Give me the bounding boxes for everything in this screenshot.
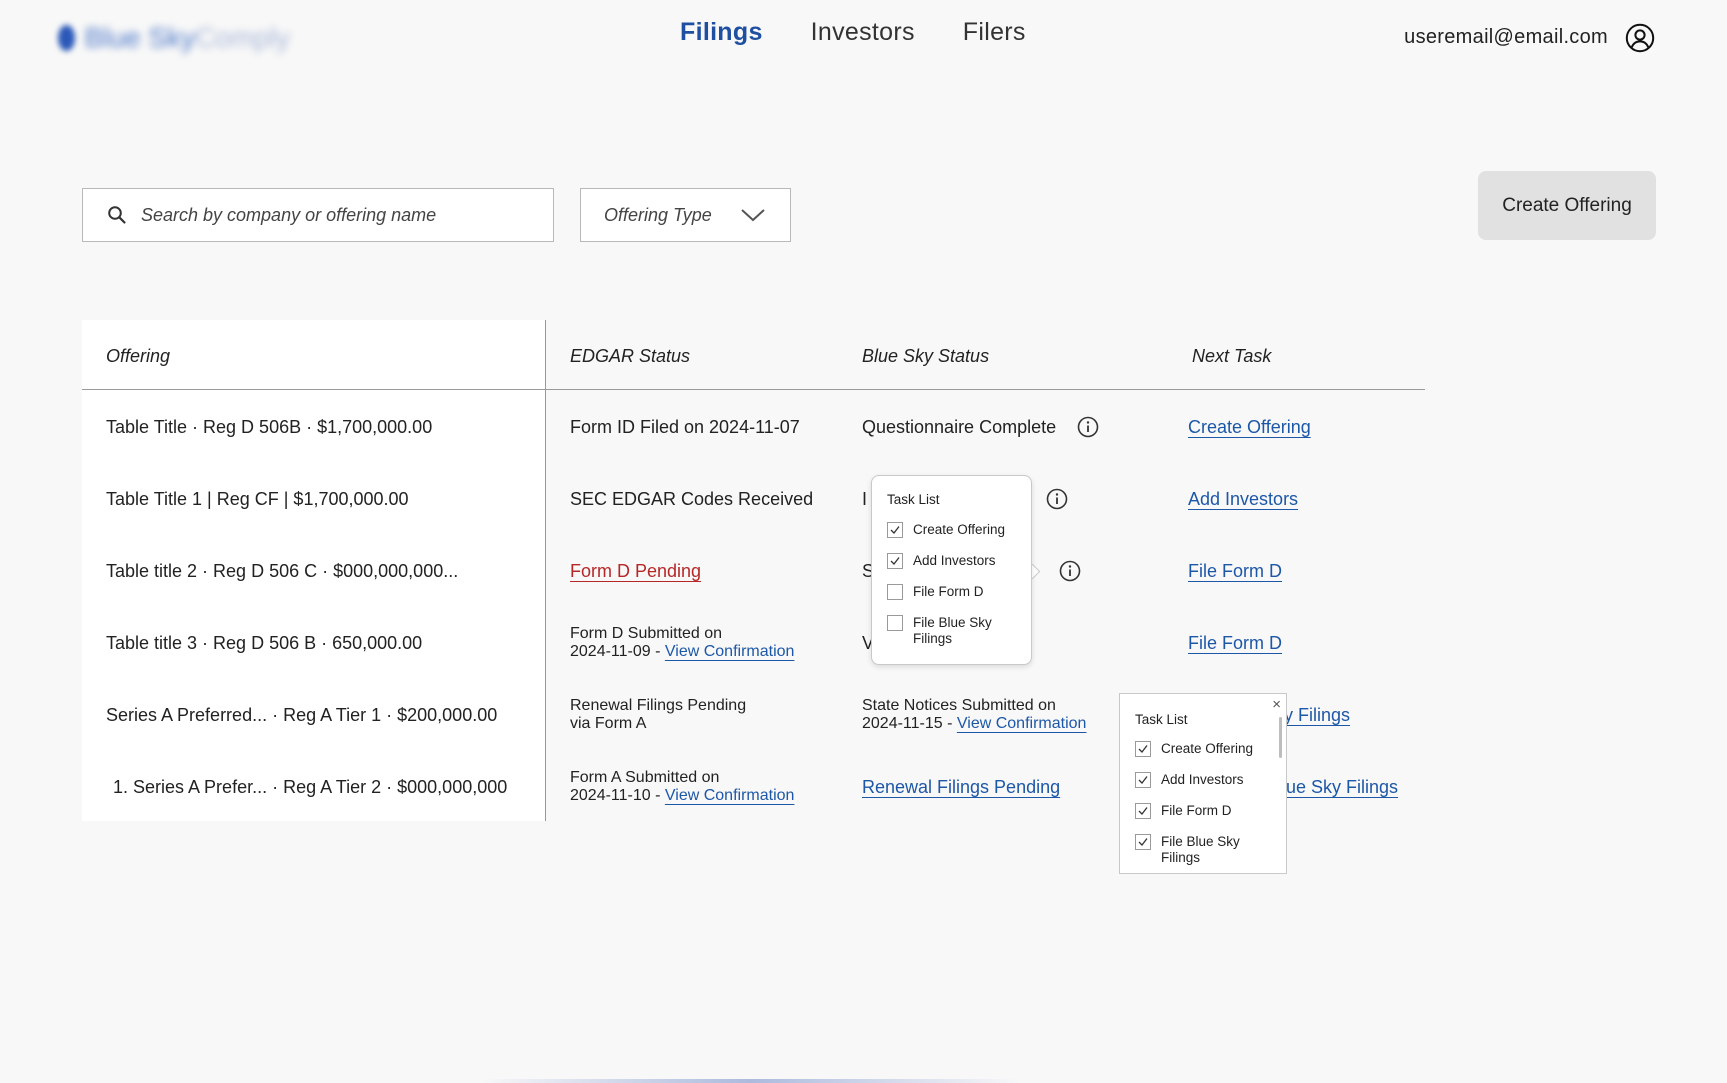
edgar-status-line: 2024-11-10 - View Confirmation bbox=[570, 787, 795, 805]
user-email[interactable]: useremail@email.com bbox=[1404, 26, 1608, 49]
renewal-filings-pending-link[interactable]: Renewal Filings Pending bbox=[862, 778, 1060, 797]
task-item-file-form-d[interactable]: File Form D bbox=[887, 584, 984, 600]
create-offering-button[interactable]: Create Offering bbox=[1478, 171, 1656, 240]
task-list-popover: Task List Create Offering Add Investors … bbox=[871, 475, 1032, 665]
offering-type-select[interactable]: Offering Type bbox=[580, 188, 791, 242]
blue-sky-status-partial: I bbox=[862, 489, 868, 509]
logo[interactable]: Blue SkyComply bbox=[58, 18, 290, 58]
search-input[interactable] bbox=[139, 203, 523, 227]
col-header-edgar-status[interactable]: EDGAR Status bbox=[570, 346, 690, 367]
task-label: Add Investors bbox=[1161, 772, 1244, 787]
view-confirmation-link[interactable]: View Confirmation bbox=[957, 715, 1087, 732]
view-confirmation-link[interactable]: View Confirmation bbox=[665, 787, 795, 804]
popover-title: Task List bbox=[887, 492, 940, 507]
edgar-status-line: 2024-11-09 - View Confirmation bbox=[570, 643, 795, 661]
next-task-link[interactable]: ue Sky Filings bbox=[1286, 778, 1398, 797]
task-label: Add Investors bbox=[913, 553, 996, 568]
logo-mark-icon bbox=[58, 25, 75, 51]
task-list-popover-2: × Task List Create Offering Add Investor… bbox=[1119, 693, 1287, 874]
task-label: File Blue Sky Filings bbox=[913, 615, 992, 647]
offering-type-label: Offering Type bbox=[604, 204, 712, 225]
offering-name[interactable]: Table title 2 · Reg D 506 C · $000,000,0… bbox=[106, 562, 458, 581]
task-item-file-blue-sky-filings[interactable]: File Blue Sky Filings bbox=[1135, 834, 1240, 866]
edgar-status: SEC EDGAR Codes Received bbox=[570, 489, 814, 509]
task-item-file-blue-sky-filings[interactable]: File Blue Sky Filings bbox=[887, 615, 992, 647]
form-d-pending-link[interactable]: Form D Pending bbox=[570, 562, 701, 581]
info-icon[interactable] bbox=[1046, 488, 1068, 510]
task-item-create-offering[interactable]: Create Offering bbox=[1135, 741, 1253, 757]
info-icon[interactable] bbox=[1077, 416, 1099, 438]
popover-title: Task List bbox=[1135, 712, 1188, 727]
edgar-status: Form ID Filed on 2024-11-07 bbox=[570, 417, 800, 437]
next-task-link[interactable]: Add Investors bbox=[1188, 490, 1298, 509]
task-checkbox[interactable] bbox=[887, 553, 903, 569]
user-account-icon[interactable] bbox=[1625, 23, 1655, 53]
task-label: File Blue Sky Filings bbox=[1161, 834, 1240, 866]
blue-sky-status-line: State Notices Submitted on bbox=[862, 697, 1056, 714]
offering-name[interactable]: Series A Preferred... · Reg A Tier 1 · $… bbox=[106, 706, 497, 725]
info-icon[interactable] bbox=[1059, 560, 1081, 582]
task-checkbox[interactable] bbox=[887, 615, 903, 631]
column-divider bbox=[545, 320, 546, 821]
nav-filers[interactable]: Filers bbox=[963, 18, 1026, 47]
nav-investors[interactable]: Investors bbox=[811, 18, 915, 47]
task-checkbox[interactable] bbox=[1135, 772, 1151, 788]
close-icon[interactable]: × bbox=[1272, 696, 1281, 713]
blue-sky-status-line: 2024-11-15 - View Confirmation bbox=[862, 715, 1087, 733]
col-header-offering[interactable]: Offering bbox=[106, 346, 170, 367]
task-item-create-offering[interactable]: Create Offering bbox=[887, 522, 1005, 538]
task-item-add-investors[interactable]: Add Investors bbox=[887, 553, 996, 569]
task-checkbox[interactable] bbox=[1135, 741, 1151, 757]
task-checkbox[interactable] bbox=[887, 584, 903, 600]
next-task-link[interactable]: y Filings bbox=[1284, 706, 1350, 725]
view-confirmation-link[interactable]: View Confirmation bbox=[665, 643, 795, 660]
task-label: File Form D bbox=[913, 584, 984, 599]
edgar-status-line: Form D Submitted on bbox=[570, 625, 723, 642]
col-header-next-task[interactable]: Next Task bbox=[1192, 346, 1271, 367]
task-label: Create Offering bbox=[913, 522, 1006, 537]
task-checkbox[interactable] bbox=[887, 522, 903, 538]
app-window: Blue SkyComply Filings Investors Filers … bbox=[0, 0, 1727, 1083]
edgar-status: Renewal Filings Pending via Form A bbox=[570, 697, 746, 734]
chevron-down-icon bbox=[741, 209, 765, 222]
offering-name[interactable]: 1. Series A Prefer... · Reg A Tier 2 · $… bbox=[113, 778, 507, 797]
blue-sky-status: State Notices Submitted on 2024-11-15 - … bbox=[862, 697, 1086, 734]
search-icon bbox=[108, 206, 126, 224]
task-item-file-form-d[interactable]: File Form D bbox=[1135, 803, 1232, 819]
task-item-add-investors[interactable]: Add Investors bbox=[1135, 772, 1244, 788]
next-task-link[interactable]: Create Offering bbox=[1188, 418, 1311, 437]
edgar-status: Form A Submitted on 2024-11-10 - View Co… bbox=[570, 769, 794, 806]
bottom-progress-bar bbox=[480, 1079, 1020, 1083]
task-checkbox[interactable] bbox=[1135, 834, 1151, 850]
task-label: File Form D bbox=[1161, 803, 1232, 818]
header-divider bbox=[82, 389, 1425, 390]
popover-scrollbar[interactable] bbox=[1279, 717, 1282, 758]
nav-filings[interactable]: Filings bbox=[680, 18, 763, 47]
logo-text: Blue SkyComply bbox=[84, 22, 290, 53]
next-task-link[interactable]: File Form D bbox=[1188, 634, 1282, 653]
main-nav: Filings Investors Filers bbox=[680, 18, 1074, 47]
next-task-link[interactable]: File Form D bbox=[1188, 562, 1282, 581]
search-box bbox=[82, 188, 554, 242]
edgar-status-line: Form A Submitted on bbox=[570, 769, 720, 786]
edgar-status-line: via Form A bbox=[570, 715, 647, 733]
col-header-blue-sky-status[interactable]: Blue Sky Status bbox=[862, 346, 989, 367]
offering-name[interactable]: Table Title 1 | Reg CF | $1,700,000.00 bbox=[106, 490, 409, 509]
task-label: Create Offering bbox=[1161, 741, 1254, 756]
offering-name[interactable]: Table title 3 · Reg D 506 B · 650,000.00 bbox=[106, 634, 422, 653]
task-checkbox[interactable] bbox=[1135, 803, 1151, 819]
blue-sky-status: Questionnaire Complete bbox=[862, 417, 1057, 437]
edgar-status-line: Renewal Filings Pending bbox=[570, 697, 747, 714]
edgar-status: Form D Submitted on 2024-11-09 - View Co… bbox=[570, 625, 794, 662]
offering-name[interactable]: Table Title · Reg D 506B · $1,700,000.00 bbox=[106, 418, 432, 437]
